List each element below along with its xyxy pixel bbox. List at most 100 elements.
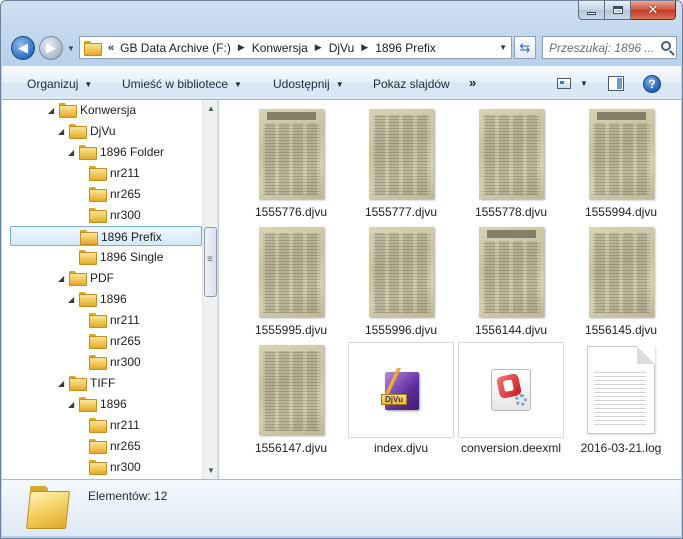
tree-item[interactable]: nr300 [2, 352, 202, 372]
tree-item-label: 1896 Prefix [101, 230, 162, 244]
tree-expander-icon[interactable]: ◢ [68, 148, 74, 157]
chevron-down-icon: ▼ [234, 80, 242, 89]
folder-icon [89, 460, 107, 475]
tree-item[interactable]: nr300 [2, 457, 202, 477]
chevron-left-double-icon[interactable]: « [108, 42, 114, 54]
change-view-icon[interactable] [557, 78, 571, 89]
newspaper-thumbnail-icon [368, 227, 434, 317]
folder-large-icon [28, 486, 70, 528]
tree-item-label: nr211 [110, 166, 140, 180]
tree-item[interactable]: nr265 [2, 184, 202, 204]
folder-icon [89, 418, 107, 433]
tree-item[interactable]: 1896 Prefix [10, 226, 202, 246]
newspaper-thumbnail-icon [258, 345, 324, 435]
recent-pages-dropdown[interactable]: ▼ [67, 44, 75, 53]
newspaper-thumbnail-icon [588, 109, 654, 199]
tree-item[interactable]: ◢ TIFF [2, 373, 202, 393]
newspaper-thumbnail-icon [478, 109, 544, 199]
file-name: 1555778.djvu [474, 205, 548, 219]
tree-item[interactable]: ◢ 1896 [2, 289, 202, 309]
folder-icon [69, 376, 87, 391]
tree-expander-icon[interactable]: ◢ [58, 127, 64, 136]
breadcrumb-konwersja[interactable]: Konwersja [252, 41, 308, 55]
minimize-icon [587, 11, 596, 15]
folder-icon [59, 103, 77, 118]
close-button[interactable]: ✕ [631, 1, 676, 20]
tree-item[interactable]: nr265 [2, 436, 202, 456]
file-thumbnail [238, 224, 344, 320]
tree-item[interactable]: nr211 [2, 163, 202, 183]
scroll-up-icon[interactable]: ▲ [203, 100, 217, 117]
breadcrumb-current[interactable]: 1896 Prefix [375, 41, 436, 55]
address-bar[interactable]: « GB Data Archive (F:) ▶ Konwersja ▶ DjV… [79, 36, 512, 59]
breadcrumb-separator-icon[interactable]: ▶ [361, 42, 368, 53]
scroll-down-icon[interactable]: ▼ [203, 462, 217, 479]
breadcrumb-drive[interactable]: GB Data Archive (F:) [120, 41, 231, 55]
breadcrumb-separator-icon[interactable]: ▶ [315, 42, 322, 53]
file-name: 2016-03-21.log [580, 441, 662, 455]
maximize-icon [612, 6, 623, 14]
address-dropdown-icon[interactable]: ▼ [499, 43, 507, 52]
tree-item[interactable]: ◢ 1896 Folder [2, 142, 202, 162]
file-name: 1555777.djvu [364, 205, 438, 219]
tree-item[interactable]: nr300 [2, 205, 202, 225]
tree-item[interactable]: ◢ Konwersja [2, 100, 202, 120]
minimize-button[interactable] [578, 1, 605, 20]
help-icon[interactable]: ? [643, 75, 661, 93]
organize-label: Organizuj [27, 77, 79, 91]
file-thumbnail [568, 342, 674, 438]
deexml-file-icon [489, 367, 533, 413]
tree-item-label: TIFF [90, 376, 116, 390]
tree-item-label: nr300 [110, 208, 141, 222]
tree-item[interactable]: nr211 [2, 415, 202, 435]
file-name: 1556147.djvu [254, 441, 328, 455]
tree-item[interactable]: ◢ DjVu [2, 121, 202, 141]
tree-item-label: 1896 [100, 292, 127, 306]
search-input[interactable] [549, 40, 657, 55]
tree-item-label: nr211 [110, 313, 140, 327]
file-name: 1555996.djvu [364, 323, 438, 337]
navigation-pane: ◢ Konwersja ◢ DjVu ◢ 1896 Folder nr211 nr265 nr3… [2, 100, 218, 479]
tree-item[interactable]: nr211 [2, 310, 202, 330]
search-icon[interactable] [661, 41, 671, 51]
tree-item[interactable]: ◢ 1896 [2, 394, 202, 414]
tree-item[interactable]: nr265 [2, 331, 202, 351]
share-button[interactable]: Udostępnij ▼ [273, 77, 344, 91]
search-box[interactable] [542, 36, 677, 59]
file-thumbnail [568, 106, 674, 202]
tree-expander-icon[interactable]: ◢ [58, 379, 64, 388]
folder-icon [89, 208, 107, 223]
nav-scrollbar[interactable]: ▲ ▼ [202, 100, 217, 479]
refresh-button[interactable]: ⇆ [514, 36, 536, 59]
tree-expander-icon[interactable]: ◢ [68, 295, 74, 304]
tree-expander-icon[interactable]: ◢ [68, 400, 74, 409]
view-options-dropdown-icon[interactable]: ▼ [580, 79, 588, 88]
tree-expander-icon[interactable]: ◢ [58, 274, 64, 283]
back-button[interactable]: ◀ [11, 36, 35, 60]
folder-icon [89, 439, 107, 454]
refresh-icon: ⇆ [519, 39, 531, 55]
chevron-down-icon: ▼ [84, 80, 93, 89]
tree-item[interactable]: 1896 Single [2, 247, 202, 267]
forward-button[interactable]: ▶ [39, 36, 63, 60]
tree-expander-icon[interactable]: ◢ [48, 106, 54, 115]
details-pane: Elementów: 12 [2, 479, 681, 536]
preview-pane-icon[interactable] [608, 76, 624, 91]
command-bar: Organizuj ▼ Umieść w bibliotece ▼ Udostępn… [2, 66, 681, 100]
folder-icon [79, 145, 97, 160]
file-thumbnail [348, 106, 454, 202]
folder-icon [80, 230, 98, 245]
tree-item[interactable]: ◢ PDF [2, 268, 202, 288]
scroll-thumb[interactable] [204, 227, 217, 297]
slideshow-button[interactable]: Pokaz slajdów [373, 77, 450, 91]
file-name: 1556145.djvu [584, 323, 658, 337]
more-commands-icon[interactable]: » [469, 75, 476, 90]
breadcrumb-separator-icon[interactable]: ▶ [238, 42, 245, 53]
maximize-button[interactable] [605, 1, 631, 20]
include-library-button[interactable]: Umieść w bibliotece ▼ [122, 77, 242, 91]
file-thumbnail [568, 224, 674, 320]
folder-icon [89, 166, 107, 181]
file-name: index.djvu [373, 441, 429, 455]
organize-button[interactable]: Organizuj ▼ [27, 77, 92, 91]
breadcrumb-djvu[interactable]: DjVu [329, 41, 355, 55]
